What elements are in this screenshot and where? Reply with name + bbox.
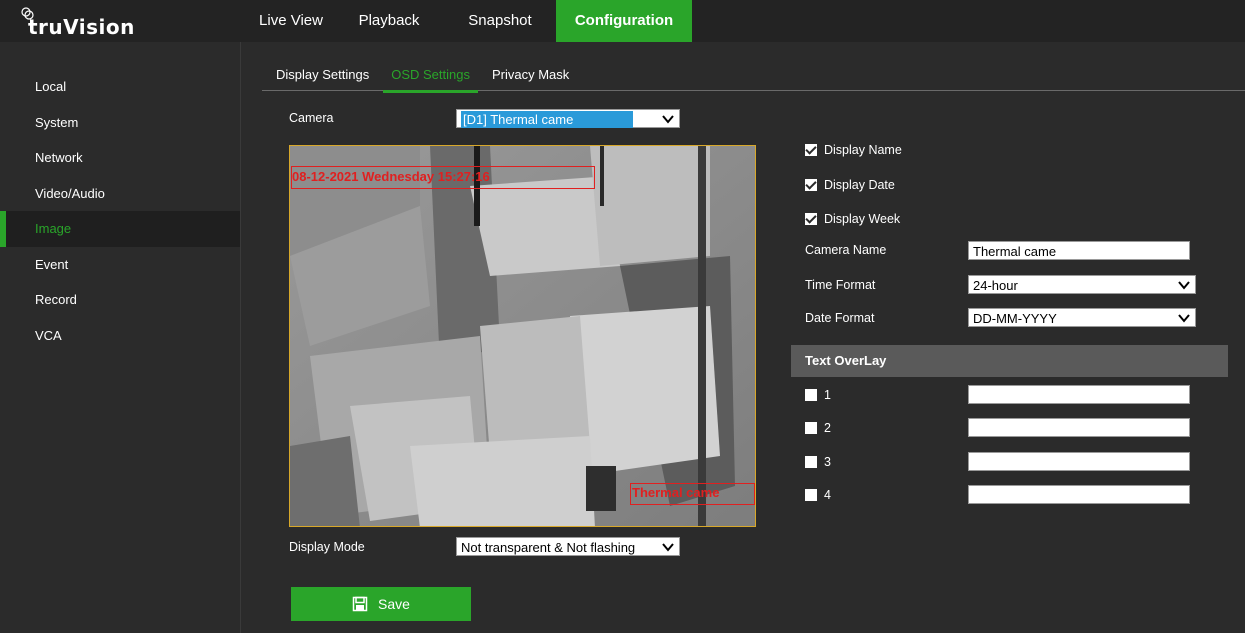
sidebar-item-system[interactable]: System [0, 105, 240, 141]
tab-snapshot[interactable]: Snapshot [444, 0, 556, 42]
chevron-down-icon [1178, 314, 1190, 323]
tab-playback[interactable]: Playback [334, 0, 444, 42]
camera-name-label: Camera Name [805, 243, 887, 257]
thermal-image [290, 146, 755, 526]
overlay-4-input[interactable] [968, 485, 1190, 504]
tab-privacy-mask[interactable]: Privacy Mask [492, 62, 569, 90]
date-format-select[interactable]: DD-MM-YYYY [968, 308, 1196, 327]
sidebar: Local System Network Video/Audio Image E… [0, 42, 241, 633]
display-week-label: Display Week [824, 212, 901, 226]
overlay-3-label: 3 [824, 455, 831, 469]
overlay-row-3[interactable]: 3 [805, 455, 831, 469]
top-bar: truVision Live View Playback Snapshot Co… [0, 0, 1245, 42]
tab-live-view[interactable]: Live View [248, 0, 334, 42]
sub-tabs: Display Settings OSD Settings Privacy Ma… [262, 62, 1245, 93]
sidebar-item-vca[interactable]: VCA [0, 318, 240, 354]
display-week-checkbox[interactable] [805, 213, 817, 225]
tab-osd-settings[interactable]: OSD Settings [383, 62, 478, 93]
tab-configuration[interactable]: Configuration [556, 0, 692, 42]
app-root: truVision Live View Playback Snapshot Co… [0, 0, 1245, 633]
display-date-label: Display Date [824, 178, 895, 192]
sidebar-item-video-audio[interactable]: Video/Audio [0, 176, 240, 212]
tab-display-settings[interactable]: Display Settings [276, 62, 369, 90]
logo: truVision [18, 4, 135, 40]
camera-select[interactable]: [D1] Thermal came [456, 109, 680, 128]
display-mode-value: Not transparent & Not flashing [461, 540, 636, 555]
time-format-value: 24-hour [973, 278, 1018, 293]
overlay-2-label: 2 [824, 421, 831, 435]
display-name-row[interactable]: Display Name [805, 143, 902, 157]
save-button-label: Save [378, 596, 410, 612]
osd-date-text: 08-12-2021 Wednesday 15:27:16 [292, 169, 490, 184]
display-date-row[interactable]: Display Date [805, 178, 895, 192]
logo-mark-icon [21, 7, 34, 20]
overlay-2-input[interactable] [968, 418, 1190, 437]
sidebar-item-record[interactable]: Record [0, 282, 240, 318]
sidebar-item-network[interactable]: Network [0, 140, 240, 176]
overlay-1-input[interactable] [968, 385, 1190, 404]
overlay-row-2[interactable]: 2 [805, 421, 831, 435]
time-format-select[interactable]: 24-hour [968, 275, 1196, 294]
save-button[interactable]: Save [291, 587, 471, 621]
display-name-checkbox[interactable] [805, 144, 817, 156]
overlay-4-label: 4 [824, 488, 831, 502]
save-icon [352, 596, 368, 612]
osd-name-text: Thermal came [632, 485, 720, 500]
brand-name: truVision [28, 15, 135, 39]
chevron-down-icon [1178, 281, 1190, 290]
camera-select-value: [D1] Thermal came [461, 111, 634, 128]
display-mode-select[interactable]: Not transparent & Not flashing [456, 537, 680, 556]
overlay-row-4[interactable]: 4 [805, 488, 831, 502]
overlay-row-1[interactable]: 1 [805, 388, 831, 402]
overlay-3-input[interactable] [968, 452, 1190, 471]
date-format-label: Date Format [805, 311, 875, 325]
sidebar-item-event[interactable]: Event [0, 247, 240, 283]
camera-name-input[interactable]: Thermal came [968, 241, 1190, 260]
display-name-label: Display Name [824, 143, 902, 157]
display-mode-label: Display Mode [289, 540, 365, 554]
time-format-label: Time Format [805, 278, 876, 292]
video-preview[interactable]: 08-12-2021 Wednesday 15:27:16 Thermal ca… [289, 145, 756, 527]
display-date-checkbox[interactable] [805, 179, 817, 191]
camera-label: Camera [289, 111, 334, 125]
sidebar-item-image[interactable]: Image [0, 211, 240, 247]
date-format-value: DD-MM-YYYY [973, 311, 1057, 326]
display-week-row[interactable]: Display Week [805, 212, 900, 226]
chevron-down-icon [662, 115, 674, 124]
sidebar-item-local[interactable]: Local [0, 69, 240, 105]
top-nav: Live View Playback Snapshot Configuratio… [248, 0, 692, 42]
overlay-3-checkbox[interactable] [805, 456, 817, 468]
overlay-1-label: 1 [824, 388, 831, 402]
overlay-1-checkbox[interactable] [805, 389, 817, 401]
chevron-down-icon [662, 543, 674, 552]
text-overlay-header: Text OverLay [791, 345, 1228, 377]
overlay-2-checkbox[interactable] [805, 422, 817, 434]
overlay-4-checkbox[interactable] [805, 489, 817, 501]
